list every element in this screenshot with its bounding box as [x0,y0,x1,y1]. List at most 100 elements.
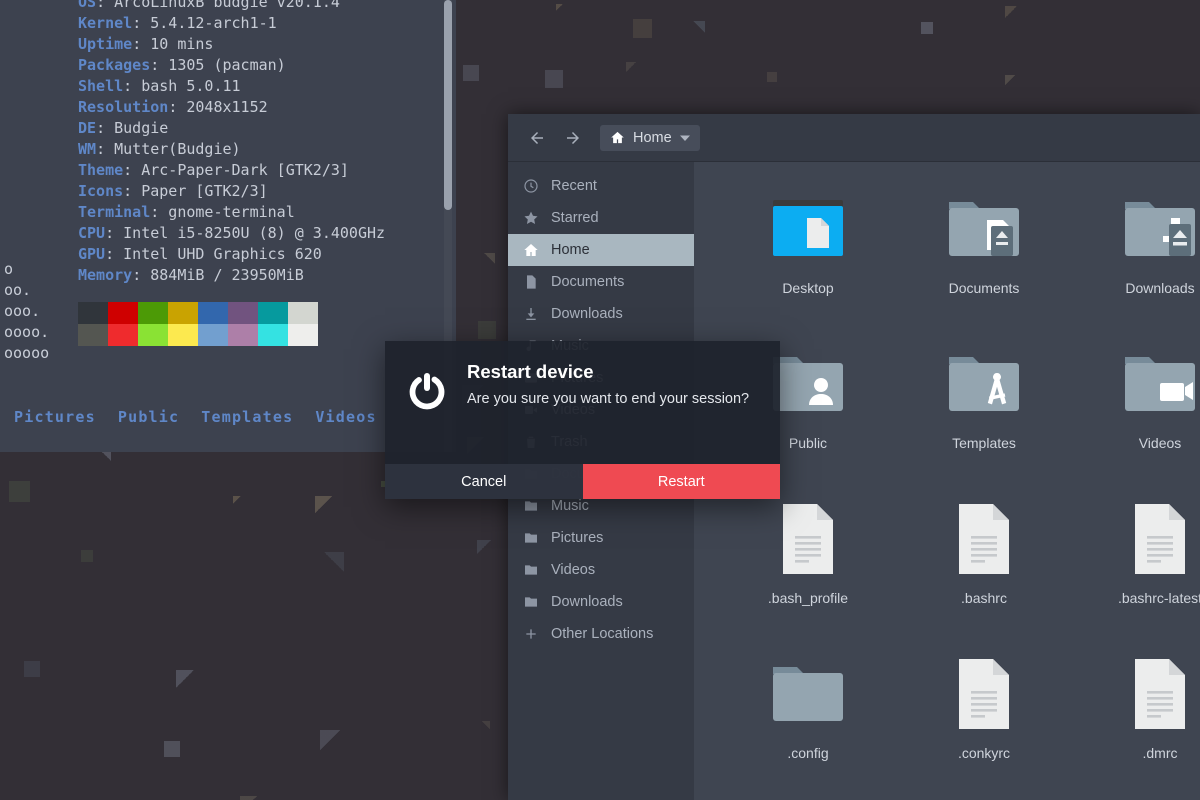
restart-button[interactable]: Restart [582,464,780,499]
file-item-label: .bashrc-latest [1117,590,1200,606]
file-item-label: Downloads [1125,280,1195,296]
sidebar-item-other-locations[interactable]: Other Locations [508,618,694,650]
wallpaper-shape [633,19,653,39]
wallpaper-shape [323,551,344,572]
file-item[interactable]: Desktop [720,190,896,345]
palette-swatch [288,302,318,324]
restart-dialog[interactable]: Restart device Are you sure you want to … [385,341,780,499]
neofetch-key: OS [78,0,97,11]
sidebar-item-label: Documents [551,274,625,290]
sidebar-item-label: Other Locations [551,626,654,642]
file-item-label: Desktop [782,280,834,296]
file-item-label: Videos [1138,435,1182,451]
wallpaper-shape [175,669,194,688]
file-item[interactable]: Documents [896,190,1072,345]
back-button[interactable] [522,123,552,153]
file-item[interactable]: Templates [896,345,1072,500]
file-manager-header: Home [508,114,1200,162]
neofetch-row: Kernel: 5.4.12-arch1-1 [78,13,456,34]
dialog-message: Are you sure you want to end your sessio… [467,391,750,407]
palette-swatch [258,324,288,346]
neofetch-key: CPU [78,224,106,242]
sidebar-item-downloads[interactable]: Downloads [508,586,694,618]
wallpaper-shape [1005,75,1016,86]
sidebar-item-label: Downloads [551,594,623,610]
wallpaper-shape [483,252,495,264]
file-item[interactable]: .bashrc [896,500,1072,655]
neofetch-row: OS: ArcoLinuxB budgie v20.1.4 [78,0,456,13]
home-icon [522,242,539,259]
forward-button[interactable] [558,123,588,153]
neofetch-value: : ArcoLinuxB budgie v20.1.4 [96,0,340,11]
sidebar-item-pictures[interactable]: Pictures [508,522,694,554]
wallpaper-shape [163,741,180,758]
file-item[interactable]: Videos [1072,345,1200,500]
wallpaper-shape [556,3,564,11]
folder-desktop-icon [769,190,847,268]
neofetch-row: GPU: Intel UHD Graphics 620 [78,244,456,265]
text-file-icon [945,655,1023,733]
neofetch-key: WM [78,140,97,158]
sidebar-item-starred[interactable]: Starred [508,202,694,234]
terminal-scrollbar-thumb[interactable] [444,0,452,210]
sidebar-item-home[interactable]: Home [508,234,694,266]
plus-icon [522,626,539,643]
neofetch-key: Resolution [78,98,169,116]
dialog-content: Restart device Are you sure you want to … [385,341,780,464]
file-item-label: Templates [952,435,1016,451]
neofetch-row: Memory: 884MiB / 23950MiB [78,265,456,286]
sidebar-item-videos[interactable]: Videos [508,554,694,586]
neofetch-ascii-art: o oo. ooo. oooo. ooooo [4,260,50,362]
arrow-right-icon [567,131,579,144]
cancel-button[interactable]: Cancel [385,464,583,499]
chevron-down-icon [679,135,690,141]
sidebar-item-recent[interactable]: Recent [508,170,694,202]
sidebar-item-downloads[interactable]: Downloads [508,298,694,330]
star-icon [522,210,539,227]
home-icon [611,131,624,144]
neofetch-value: : Mutter(Budgie) [96,140,241,158]
neofetch-key: Shell [78,77,124,95]
ls-entry: Pictures [14,408,96,426]
sidebar-item-documents[interactable]: Documents [508,266,694,298]
sidebar-item-label: Recent [551,178,597,194]
neofetch-key: DE [78,119,97,137]
file-item[interactable]: .config [720,655,896,800]
wallpaper-shape [24,660,41,677]
wallpaper-shape [315,496,333,513]
neofetch-row: CPU: Intel i5-8250U (8) @ 3.400GHz [78,223,456,244]
wallpaper-shape [232,495,241,504]
neofetch-row: Icons: Paper [GTK2/3] [78,181,456,202]
sidebar-item-label: Downloads [551,306,623,322]
file-item[interactable]: .bashrc-latest [1072,500,1200,655]
neofetch-value: : Intel UHD Graphics 620 [105,245,322,263]
wallpaper-shape [766,71,777,82]
palette-swatch [168,302,198,324]
neofetch-row: Shell: bash 5.0.11 [78,76,456,97]
folder-videos-icon [1121,345,1199,423]
screen: o oo. ooo. oooo. ooooo OS: ArcoLinuxB bu… [0,0,1200,800]
palette-swatch [138,302,168,324]
path-bar-home[interactable]: Home [600,124,700,151]
neofetch-value: : Paper [GTK2/3] [123,182,268,200]
download-icon [522,306,539,323]
wallpaper-shape [80,549,93,562]
palette-swatch [108,302,138,324]
folder-documents-icon [945,190,1023,268]
wallpaper-shape [481,721,490,730]
file-item[interactable]: .dmrc [1072,655,1200,800]
ls-entry: Templates [201,408,294,426]
file-item-label: .conkyrc [957,745,1011,761]
neofetch-row: DE: Budgie [78,118,456,139]
neofetch-value: : gnome-terminal [150,203,295,221]
neofetch-key: Theme [78,161,124,179]
file-item[interactable]: .conkyrc [896,655,1072,800]
sidebar-item-label: Starred [551,210,599,226]
neofetch-key: Icons [78,182,124,200]
wallpaper-shape [477,320,496,339]
folder-icon [522,530,539,547]
folder-templates-icon [945,345,1023,423]
text-file-icon [945,500,1023,578]
file-item[interactable]: Downloads [1072,190,1200,345]
file-item[interactable]: .bash_profile [720,500,896,655]
